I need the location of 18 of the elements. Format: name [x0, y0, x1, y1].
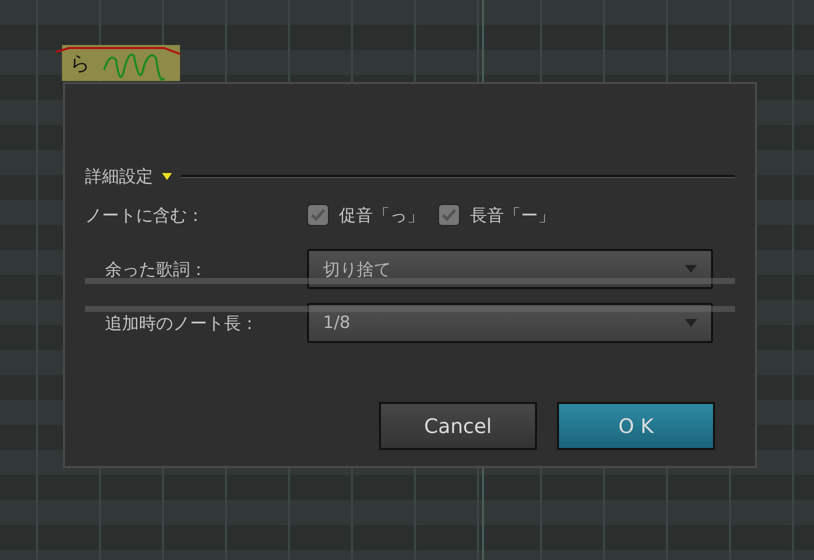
ok-button[interactable]: O K: [557, 402, 715, 450]
checkbox[interactable]: [307, 204, 329, 226]
caret-icon: [685, 319, 697, 327]
check-icon: [311, 209, 325, 221]
field-label: 余った歌詞：: [105, 258, 208, 280]
caret-icon: [685, 265, 697, 273]
dropdown[interactable]: 1/8: [307, 303, 713, 343]
dropdown[interactable]: 切り捨て: [307, 249, 713, 289]
field-label: 追加時のノート長：: [105, 312, 259, 334]
checkbox-label: 促音「っ」: [339, 204, 424, 226]
note-lyric: ら: [70, 50, 90, 76]
section-title: 詳細設定: [85, 166, 153, 188]
checkbox-label: 長音「ー」: [470, 204, 555, 226]
check-icon: [442, 209, 456, 221]
include-label: ノートに含む：: [85, 204, 205, 226]
cancel-button[interactable]: Cancel: [379, 402, 537, 450]
checkbox[interactable]: [438, 204, 460, 226]
expand-caret-icon[interactable]: [161, 171, 173, 181]
